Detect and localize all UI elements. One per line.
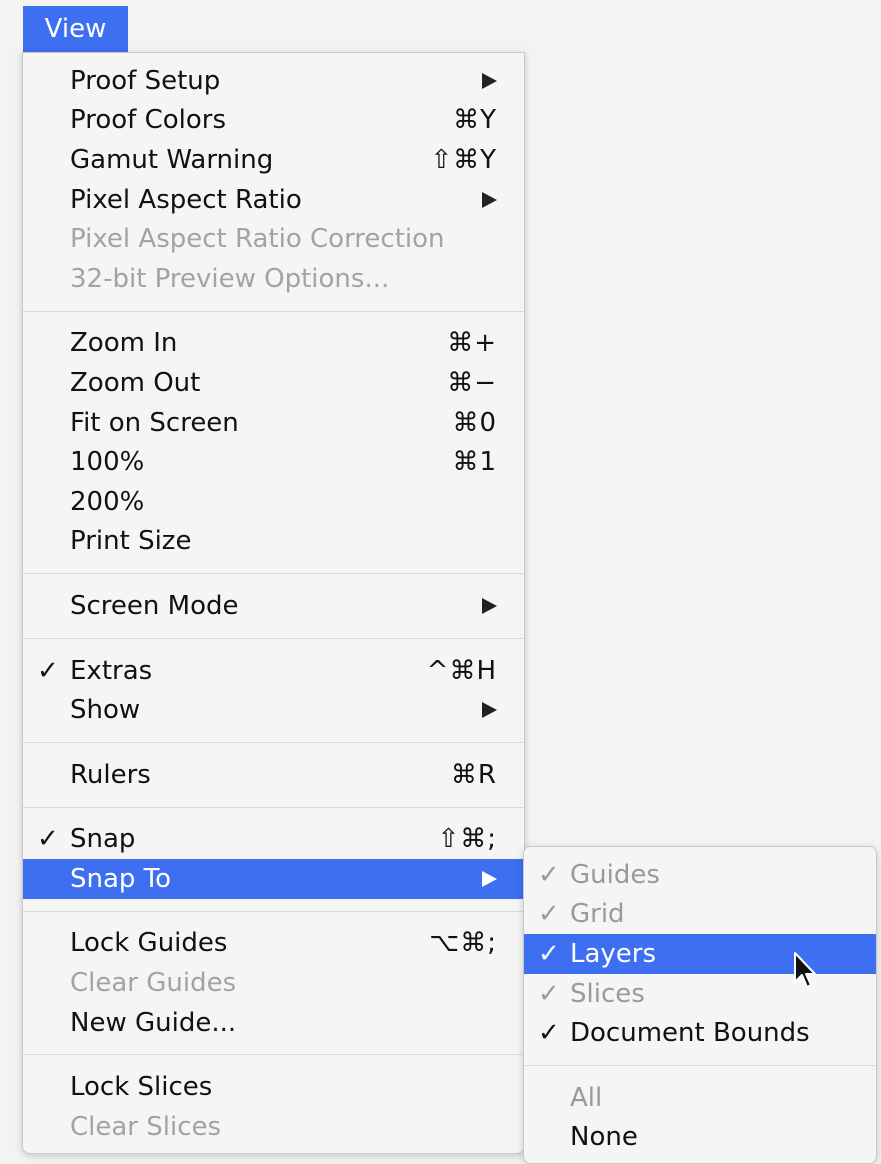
menu-item-gamut-warning[interactable]: Gamut Warning ⇧⌘Y — [23, 140, 524, 180]
submenu-arrow-icon — [482, 597, 497, 614]
menu-item-clear-guides: Clear Guides — [23, 963, 524, 1003]
checkmark-icon: ✓ — [37, 655, 59, 686]
menu-item-label: 32-bit Preview Options... — [70, 263, 390, 294]
menu-item-extras[interactable]: ✓ Extras ^⌘H — [23, 651, 524, 691]
menu-item-label: Screen Mode — [70, 590, 239, 621]
menu-item-label: Extras — [70, 655, 153, 686]
menu-item-label: Pixel Aspect Ratio Correction — [70, 224, 445, 255]
menu-item-label: Zoom In — [70, 328, 178, 359]
menu-item-200[interactable]: 200% — [23, 482, 524, 522]
submenu-arrow-icon — [482, 702, 497, 719]
menu-item-label: Print Size — [70, 526, 192, 557]
view-menu: Proof Setup Proof Colors ⌘Y Gamut Warning ⇧⌘… — [22, 52, 525, 1154]
menu-item-label: Snap — [70, 824, 136, 855]
submenu-item-grid[interactable]: ✓ Grid — [524, 895, 876, 935]
menu-item-fit-on-screen[interactable]: Fit on Screen ⌘0 — [23, 403, 524, 443]
submenu-item-slices[interactable]: ✓ Slices — [524, 974, 876, 1014]
menu-item-label: Gamut Warning — [70, 144, 274, 175]
menu-item-label: Zoom Out — [70, 367, 201, 398]
submenu-arrow-icon — [482, 191, 497, 208]
menu-item-label: Clear Guides — [70, 968, 237, 999]
menu-item-label: New Guide... — [70, 1007, 237, 1038]
menu-item-rulers[interactable]: Rulers ⌘R — [23, 755, 524, 795]
menu-item-label: 100% — [70, 447, 145, 478]
menu-item-label: Layers — [570, 938, 657, 969]
submenu-item-document-bounds[interactable]: ✓ Document Bounds — [524, 1013, 876, 1053]
menu-item-pixel-aspect-ratio-correction: Pixel Aspect Ratio Correction — [23, 219, 524, 259]
keyboard-shortcut: ⌘− — [447, 367, 497, 398]
menu-item-label: Snap To — [70, 863, 172, 894]
menu-item-label: 200% — [70, 486, 145, 517]
submenu-arrow-icon — [482, 72, 497, 89]
menu-item-zoom-out[interactable]: Zoom Out ⌘− — [23, 363, 524, 403]
menu-item-screen-mode[interactable]: Screen Mode — [23, 586, 524, 626]
menu-item-label: Proof Setup — [70, 65, 221, 96]
checkmark-icon: ✓ — [538, 899, 560, 930]
menu-item-label: Slices — [570, 978, 645, 1009]
keyboard-shortcut: ⇧⌘; — [437, 824, 497, 855]
menu-separator — [23, 299, 524, 324]
menu-item-32-bit-preview-options: 32-bit Preview Options... — [23, 259, 524, 299]
menu-item-label: Document Bounds — [570, 1018, 810, 1049]
keyboard-shortcut: ⇧⌘Y — [430, 144, 497, 175]
checkmark-icon: ✓ — [538, 938, 560, 969]
menu-item-show[interactable]: Show — [23, 690, 524, 730]
menu-item-proof-colors[interactable]: Proof Colors ⌘Y — [23, 101, 524, 141]
menu-item-print-size[interactable]: Print Size — [23, 522, 524, 562]
mouse-pointer-icon — [794, 952, 816, 988]
keyboard-shortcut: ⌥⌘; — [429, 928, 497, 959]
submenu-item-all[interactable]: All — [524, 1078, 876, 1118]
snap-to-submenu: ✓ Guides ✓ Grid ✓ Layers ✓ Slices ✓ Document Boun… — [523, 846, 877, 1164]
menu-item-100[interactable]: 100% ⌘1 — [23, 442, 524, 482]
menu-item-lock-slices[interactable]: Lock Slices — [23, 1067, 524, 1107]
view-menu-title[interactable]: View — [23, 6, 128, 52]
keyboard-shortcut: ⌘Y — [453, 105, 497, 136]
menu-item-label: All — [570, 1082, 603, 1113]
menu-item-label: Grid — [570, 899, 625, 930]
menu-item-new-guide[interactable]: New Guide... — [23, 1003, 524, 1043]
menu-separator — [23, 899, 524, 924]
menu-item-label: Pixel Aspect Ratio — [70, 184, 302, 215]
menu-item-lock-guides[interactable]: Lock Guides ⌥⌘; — [23, 924, 524, 964]
menu-separator — [23, 561, 524, 586]
menu-item-label: Show — [70, 695, 141, 726]
menu-item-clear-slices: Clear Slices — [23, 1107, 524, 1147]
menu-item-label: Fit on Screen — [70, 407, 239, 438]
menu-separator — [23, 795, 524, 820]
menu-item-label: Lock Guides — [70, 928, 228, 959]
submenu-item-layers[interactable]: ✓ Layers — [524, 934, 876, 974]
keyboard-shortcut: ⌘1 — [452, 447, 497, 478]
menu-separator — [524, 1053, 876, 1078]
menu-item-label: None — [570, 1122, 638, 1153]
menu-item-label: Rulers — [70, 759, 151, 790]
submenu-arrow-icon — [482, 870, 497, 887]
menu-item-label: Guides — [570, 859, 660, 890]
menu-item-label: Proof Colors — [70, 105, 226, 136]
submenu-item-guides[interactable]: ✓ Guides — [524, 855, 876, 895]
checkmark-icon: ✓ — [538, 859, 560, 890]
keyboard-shortcut: ^⌘H — [426, 655, 497, 686]
menu-item-pixel-aspect-ratio[interactable]: Pixel Aspect Ratio — [23, 180, 524, 220]
menu-item-snap-to[interactable]: Snap To — [23, 859, 524, 899]
menu-separator — [23, 626, 524, 651]
keyboard-shortcut: ⌘0 — [452, 407, 497, 438]
keyboard-shortcut: ⌘R — [450, 759, 497, 790]
checkmark-icon: ✓ — [37, 824, 59, 855]
menu-item-label: Clear Slices — [70, 1111, 222, 1142]
checkmark-icon: ✓ — [538, 1018, 560, 1049]
keyboard-shortcut: ⌘+ — [447, 328, 497, 359]
menu-item-label: Lock Slices — [70, 1072, 213, 1103]
menu-item-zoom-in[interactable]: Zoom In ⌘+ — [23, 324, 524, 364]
submenu-item-none[interactable]: None — [524, 1118, 876, 1158]
menu-separator — [23, 1042, 524, 1067]
menu-separator — [23, 730, 524, 755]
checkmark-icon: ✓ — [538, 978, 560, 1009]
menu-item-proof-setup[interactable]: Proof Setup — [23, 61, 524, 101]
menu-item-snap[interactable]: ✓ Snap ⇧⌘; — [23, 820, 524, 860]
